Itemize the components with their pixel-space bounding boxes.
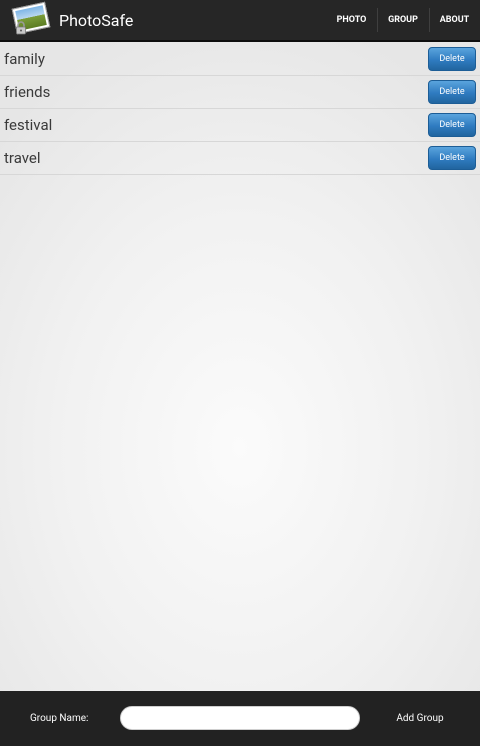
app-title: PhotoSafe: [59, 11, 134, 30]
group-name-input[interactable]: [120, 706, 360, 730]
list-item: festival Delete: [0, 109, 480, 142]
tab-bar: PHOTO GROUP ABOUT: [326, 0, 480, 40]
photo-lock-icon[interactable]: [11, 1, 52, 39]
bottom-bar: Group Name: Add Group: [0, 691, 480, 746]
group-list: family Delete friends Delete festival De…: [0, 43, 480, 175]
action-bar: PhotoSafe PHOTO GROUP ABOUT: [0, 0, 480, 42]
list-item: family Delete: [0, 43, 480, 76]
delete-button[interactable]: Delete: [428, 146, 476, 170]
list-item: friends Delete: [0, 76, 480, 109]
delete-button[interactable]: Delete: [428, 80, 476, 104]
group-name-label: Group Name:: [30, 713, 89, 724]
delete-button[interactable]: Delete: [428, 113, 476, 137]
group-name-text: festival: [4, 116, 53, 134]
tab-about[interactable]: ABOUT: [429, 0, 480, 40]
group-name-text: family: [4, 50, 45, 68]
list-item: travel Delete: [0, 142, 480, 175]
add-group-button[interactable]: Add Group: [385, 691, 455, 746]
delete-button[interactable]: Delete: [428, 47, 476, 71]
lock-icon: [16, 21, 26, 35]
tab-photo[interactable]: PHOTO: [326, 0, 377, 40]
group-name-text: travel: [4, 149, 41, 167]
tab-group[interactable]: GROUP: [377, 0, 429, 40]
group-name-text: friends: [4, 83, 51, 101]
